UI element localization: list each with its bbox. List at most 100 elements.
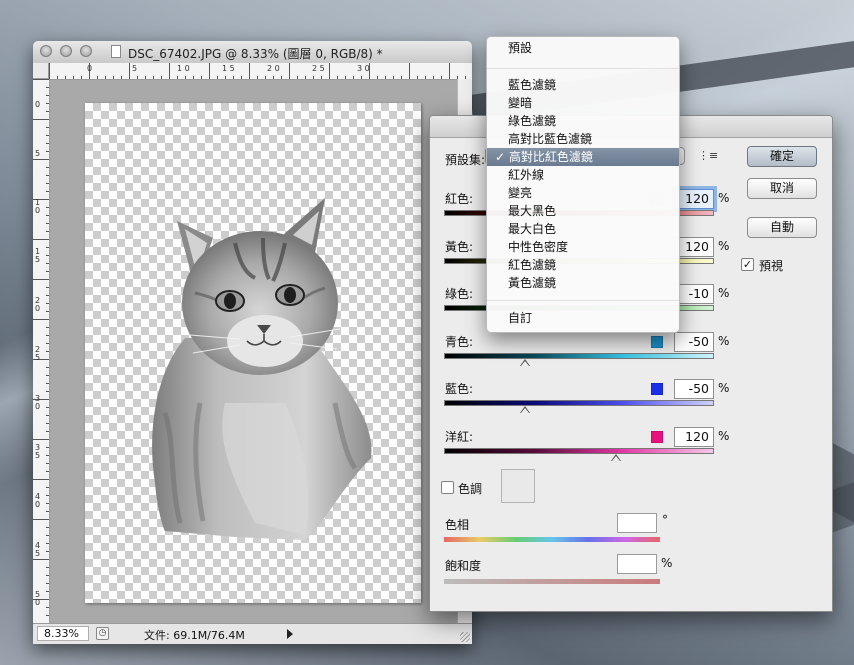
menu-item[interactable]: 藍色濾鏡 (487, 76, 679, 94)
menu-item[interactable]: 變亮 (487, 184, 679, 202)
ruler-tick (46, 103, 49, 104)
menu-item[interactable]: 最大黑色 (487, 202, 679, 220)
ruler-origin[interactable] (33, 63, 49, 79)
ruler-tick (46, 487, 49, 488)
percent-unit: % (718, 191, 730, 205)
preview-checkbox[interactable]: ✓ (741, 258, 754, 271)
ruler-tick (377, 76, 378, 79)
ruler-tick (46, 191, 49, 192)
ruler-tick (305, 76, 306, 79)
ruler-tick (46, 207, 49, 208)
ruler-tick (321, 76, 322, 79)
percent-unit: % (718, 428, 730, 443)
channel-label: 青色: (445, 334, 474, 349)
ruler-tick (46, 223, 49, 224)
ruler-tick (46, 87, 49, 88)
cat-image (152, 198, 372, 540)
status-clock-icon[interactable]: ◷ (96, 627, 109, 640)
menu-item-selected[interactable]: ✓ 高對比紅色濾鏡 (487, 148, 679, 166)
ruler-tick (46, 143, 49, 144)
channel-slider-track[interactable] (444, 447, 714, 454)
status-menu-arrow-icon[interactable] (287, 629, 293, 639)
menu-item[interactable]: 最大白色 (487, 220, 679, 238)
ruler-tick (233, 76, 234, 79)
menu-item[interactable]: 紅色濾鏡 (487, 256, 679, 274)
channel-value-field[interactable]: -50 (674, 379, 714, 399)
document-titlebar[interactable]: DSC_67402.JPG @ 8.33% (圖層 0, RGB/8) * (33, 41, 472, 64)
channel-value-field[interactable]: 120 (674, 236, 714, 257)
ruler-tick (46, 415, 49, 416)
document-proxy-icon[interactable] (111, 45, 121, 58)
ruler-tick (46, 271, 49, 272)
channel-color-swatch[interactable] (651, 335, 663, 348)
ruler-tick (57, 76, 58, 79)
zoom-level-field[interactable]: 8.33% (37, 626, 89, 641)
channel-color-swatch[interactable] (651, 383, 663, 395)
channel-slider-track[interactable] (444, 352, 714, 359)
hue-field[interactable] (617, 513, 657, 533)
ruler-tick (46, 527, 49, 528)
ruler-tick (185, 76, 186, 79)
zoom-window-button[interactable] (80, 45, 92, 57)
canvas-area[interactable] (50, 80, 458, 624)
ruler-tick (46, 407, 49, 408)
menu-item[interactable]: 黃色濾鏡 (487, 274, 679, 292)
image-canvas[interactable] (85, 103, 421, 603)
horizontal-ruler[interactable]: 0 5 1 0 1 5 2 0 2 5 3 0 (49, 63, 472, 80)
preset-options-icon[interactable]: ⋮≡ (698, 149, 718, 163)
close-window-button[interactable] (40, 45, 52, 57)
ruler-tick (81, 76, 82, 79)
ruler-tick (97, 76, 98, 79)
ruler-tick (49, 63, 50, 79)
minimize-window-button[interactable] (60, 45, 72, 57)
ruler-tick (137, 76, 138, 79)
ruler-tick (425, 76, 426, 79)
ruler-tick (46, 463, 49, 464)
ruler-tick (33, 319, 49, 320)
preview-label: 預視 (759, 259, 784, 273)
ruler-label: 3 0 (35, 394, 41, 411)
channel-label: 藍色: (445, 382, 474, 396)
menu-item-default-preset[interactable]: 預設 (487, 39, 679, 57)
channel-value-field[interactable]: 120 (674, 189, 714, 209)
ruler-tick (249, 63, 250, 79)
channel-value-field[interactable]: -10 (674, 284, 714, 304)
saturation-gradient[interactable] (444, 579, 660, 584)
menu-item-custom[interactable]: 自訂 (487, 309, 679, 327)
auto-button[interactable]: 自動 (747, 217, 817, 238)
menu-item[interactable]: 綠色濾鏡 (487, 112, 679, 130)
menu-item[interactable]: 紅外線 (487, 166, 679, 184)
ruler-tick (345, 76, 346, 79)
channel-color-swatch[interactable] (651, 430, 663, 443)
ruler-tick (289, 63, 290, 79)
percent-unit: % (718, 333, 730, 348)
cancel-button[interactable]: 取消 (747, 178, 817, 199)
channel-value-field[interactable]: -50 (674, 331, 714, 352)
ruler-tick (33, 519, 49, 520)
menu-item[interactable]: 變暗 (487, 94, 679, 112)
ruler-tick (297, 76, 298, 79)
document-window: DSC_67402.JPG @ 8.33% (圖層 0, RGB/8) * 0 5… (33, 41, 472, 644)
channel-slider-track[interactable] (444, 400, 714, 406)
ruler-tick (46, 367, 49, 368)
ok-button[interactable]: 確定 (747, 146, 817, 167)
ruler-tick (46, 423, 49, 424)
channel-label: 紅色: (445, 192, 474, 206)
vertical-ruler[interactable]: 0 5 1 0 1 5 2 0 2 5 3 0 3 5 4 0 4 5 5 0 (33, 79, 50, 624)
ruler-label: 2 5 (35, 345, 41, 362)
tint-checkbox[interactable] (441, 481, 454, 494)
resize-grip-icon[interactable] (460, 632, 470, 642)
ruler-label: 3 5 (35, 443, 41, 460)
tint-color-swatch[interactable] (501, 469, 535, 503)
channel-label: 綠色: (445, 287, 474, 301)
ruler-tick (46, 591, 49, 592)
ruler-tick (129, 63, 130, 79)
hue-gradient[interactable] (444, 537, 660, 542)
ruler-tick (121, 76, 122, 79)
menu-item[interactable]: 中性色密度 (487, 238, 679, 256)
ruler-tick (65, 76, 66, 79)
saturation-field[interactable] (617, 554, 657, 574)
channel-value-field[interactable]: 120 (674, 426, 714, 447)
ruler-tick (161, 76, 162, 79)
menu-item[interactable]: 高對比藍色濾鏡 (487, 130, 679, 148)
